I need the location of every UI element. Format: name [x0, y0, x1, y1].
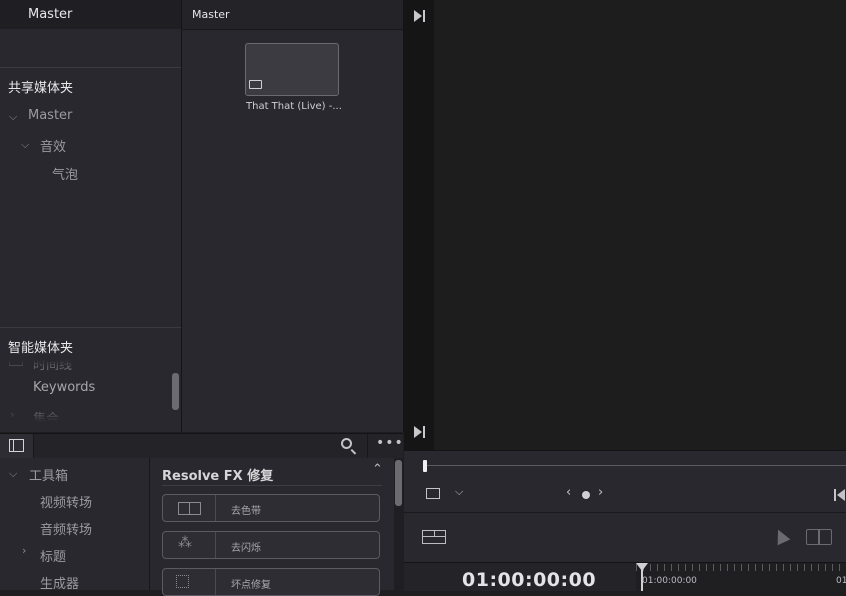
source-viewer — [404, 0, 846, 450]
bin-list-header: Master — [0, 0, 181, 29]
more-icon: ••• — [376, 435, 404, 451]
media-pool-panel: Master That That (Live) -... — [182, 0, 404, 432]
viewer-side-strip — [404, 0, 434, 450]
go-to-start-icon[interactable] — [837, 489, 845, 501]
audio-clip-icon — [249, 80, 262, 89]
smart-bins-title: 智能媒体夹 — [8, 341, 74, 356]
sidebar-icon — [9, 439, 24, 452]
fx-item-deband[interactable]: 去色带 — [162, 494, 380, 522]
crop-icon[interactable] — [426, 488, 440, 499]
fade-bottom — [0, 410, 170, 422]
fade-top — [0, 360, 170, 368]
dot-icon[interactable] — [582, 491, 590, 499]
viewer-canvas[interactable] — [434, 0, 846, 450]
bin-item-sound-effects[interactable]: 音效 — [40, 136, 66, 155]
fx-tree-titles[interactable]: 标题 — [40, 546, 66, 565]
chevron-up-icon[interactable]: ⌃ — [372, 462, 383, 477]
ruler-label: 01:00:00:00 — [642, 576, 697, 586]
panel-toggle-button[interactable] — [0, 434, 34, 458]
media-pool-header: Master — [182, 0, 403, 30]
fx-item-label: 坏点修复 — [231, 580, 271, 591]
effects-scroll-track — [394, 458, 403, 590]
next-frame-icon[interactable] — [414, 10, 422, 22]
smart-bins-scrollbar[interactable] — [172, 373, 179, 410]
next-icon[interactable]: › — [598, 485, 603, 500]
timeline-view-icon[interactable] — [422, 530, 446, 544]
timeline-playhead-line — [641, 569, 643, 591]
chevron-right-icon[interactable]: › — [22, 544, 26, 557]
fx-tree-generators[interactable]: 生成器 — [40, 573, 79, 592]
deband-icon — [163, 495, 216, 521]
bin-list-panel: Master 共享媒体夹 ⌵ Master ⌵ 音效 气泡 智能媒体夹 时间线 … — [0, 0, 182, 432]
divider — [162, 485, 382, 486]
effects-tree: ⌵ 工具箱 视频转场 音频转场 › 标题 生成器 — [0, 458, 150, 592]
divider — [0, 327, 181, 328]
trim-icon[interactable] — [806, 529, 832, 545]
fx-item-dead-pixel-fixer[interactable]: 坏点修复 — [162, 568, 380, 596]
go-to-start-bar — [834, 489, 836, 501]
clip-thumbnail[interactable] — [245, 43, 339, 96]
effects-scrollbar[interactable] — [395, 460, 402, 506]
timeline-timecode: 01:00:00:00 — [462, 569, 597, 591]
fx-item-label: 去闪烁 — [231, 543, 261, 554]
chevron-down-icon[interactable]: ⌵ — [21, 138, 29, 152]
shared-bins-title: 共享媒体夹 — [8, 81, 74, 96]
next-frame-bar — [423, 426, 425, 438]
effects-library: ⌵ 工具箱 视频转场 音频转场 › 标题 生成器 Resolve FX 修复 ⌃… — [0, 458, 403, 596]
search-icon[interactable] — [341, 438, 357, 455]
prev-icon[interactable]: ‹ — [566, 485, 571, 500]
fx-tree-toolbox[interactable]: 工具箱 — [29, 465, 68, 484]
effects-toolbar: ••• — [0, 433, 403, 459]
smart-bins-list: 时间线 Keywords › 集合 — [0, 360, 170, 422]
smart-bin-keywords[interactable]: Keywords — [33, 380, 95, 395]
pointer-icon[interactable] — [771, 526, 791, 546]
ruler-ticks — [636, 564, 846, 571]
divider — [0, 67, 181, 68]
bin-item-master[interactable]: Master — [28, 108, 72, 123]
timeline-toolbar — [404, 512, 846, 563]
timeline-ruler[interactable]: 01:00:00:00 01 — [636, 563, 846, 591]
fx-item-deflicker[interactable]: ⁂ 去闪烁 — [162, 531, 380, 559]
fx-item-label: 去色带 — [231, 506, 261, 517]
ruler-label-2: 01 — [836, 576, 846, 586]
bin-item-bubbles[interactable]: 气泡 — [52, 164, 78, 183]
clip-label[interactable]: That That (Live) -... — [246, 101, 342, 112]
chevron-down-icon[interactable]: ⌵ — [9, 467, 17, 481]
timeline-area: 01:00:00:00 01:00:00:00 01 — [404, 562, 846, 591]
next-frame-bar — [423, 10, 425, 22]
playhead[interactable] — [423, 460, 427, 472]
fx-tree-audio-transitions[interactable]: 音频转场 — [40, 519, 92, 538]
media-pool-header-title: Master — [192, 8, 230, 21]
next-frame-icon[interactable] — [414, 426, 422, 438]
bin-list-header-title: Master — [28, 7, 73, 22]
fx-group-title: Resolve FX 修复 — [162, 469, 274, 484]
chevron-down-icon[interactable]: ⌵ — [9, 110, 17, 124]
viewer-transport: ⌵ ‹ › — [404, 450, 846, 513]
dead-pixel-icon — [163, 569, 216, 595]
deflicker-icon: ⁂ — [163, 532, 216, 558]
scrub-bar[interactable] — [424, 465, 846, 466]
fx-tree-video-transitions[interactable]: 视频转场 — [40, 492, 92, 511]
more-options-button[interactable]: ••• — [367, 434, 404, 458]
chevron-down-icon[interactable]: ⌵ — [455, 485, 463, 499]
